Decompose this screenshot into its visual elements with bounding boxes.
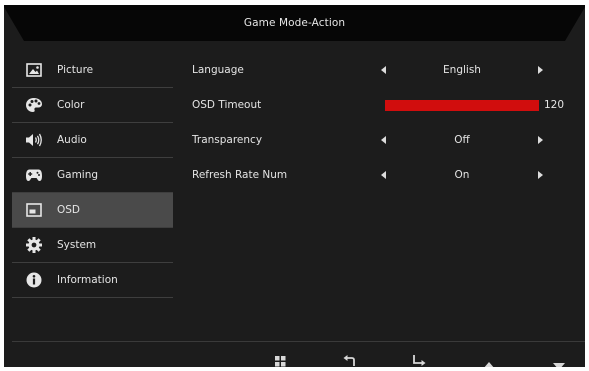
- down-arrow-icon[interactable]: [553, 355, 565, 367]
- right-arrow-icon[interactable]: [538, 136, 543, 144]
- setting-row-language[interactable]: Language English: [192, 53, 582, 88]
- language-label: Language: [192, 64, 244, 76]
- sidebar-item-label: Information: [57, 274, 118, 286]
- sidebar: Picture Color Audio Gaming OSD System In…: [12, 53, 173, 298]
- osd-timeout-slider-fill: [385, 100, 539, 111]
- transparency-label: Transparency: [192, 134, 263, 146]
- speaker-icon: [25, 131, 43, 149]
- osd-timeout-value: 120: [544, 99, 565, 111]
- sidebar-item-system[interactable]: System: [12, 228, 173, 263]
- menu-grid-icon[interactable]: [275, 352, 286, 367]
- settings-panel: Language English OSD Timeout 120 Transpa…: [192, 53, 582, 193]
- sidebar-item-label: Color: [57, 99, 85, 111]
- picture-icon: [25, 61, 43, 79]
- menu-title: Game Mode-Action: [243, 17, 346, 29]
- right-arrow-icon[interactable]: [538, 66, 543, 74]
- left-arrow-icon[interactable]: [381, 66, 386, 74]
- sidebar-item-label: Gaming: [57, 169, 99, 181]
- osd-menu: Game Mode-Action Picture Color Audio Gam…: [4, 5, 585, 367]
- setting-row-refresh-rate-num[interactable]: Refresh Rate Num On: [192, 158, 582, 193]
- language-value: English: [443, 64, 481, 76]
- enter-icon[interactable]: [412, 352, 426, 367]
- return-icon[interactable]: [343, 352, 357, 367]
- sidebar-item-label: System: [57, 239, 97, 251]
- left-arrow-icon[interactable]: [381, 171, 386, 179]
- gamepad-icon: [25, 166, 43, 184]
- setting-row-osd-timeout[interactable]: OSD Timeout 120: [192, 88, 582, 123]
- left-arrow-icon[interactable]: [381, 136, 386, 144]
- sidebar-item-osd[interactable]: OSD: [12, 193, 173, 228]
- sidebar-item-gaming[interactable]: Gaming: [12, 158, 173, 193]
- setting-row-transparency[interactable]: Transparency Off: [192, 123, 582, 158]
- footer-divider: [12, 341, 585, 342]
- osd-timeout-slider[interactable]: [385, 100, 539, 111]
- info-icon: [25, 271, 43, 289]
- sidebar-item-label: Picture: [57, 64, 94, 76]
- transparency-value: Off: [454, 134, 470, 146]
- sidebar-item-label: Audio: [57, 134, 87, 146]
- sidebar-item-picture[interactable]: Picture: [12, 53, 173, 88]
- right-arrow-icon[interactable]: [538, 171, 543, 179]
- sidebar-item-information[interactable]: Information: [12, 263, 173, 298]
- refresh-rate-num-label: Refresh Rate Num: [192, 169, 288, 181]
- osd-timeout-label: OSD Timeout: [192, 99, 262, 111]
- up-arrow-icon[interactable]: [483, 354, 495, 367]
- sidebar-item-audio[interactable]: Audio: [12, 123, 173, 158]
- header-bar: Game Mode-Action: [4, 5, 585, 42]
- palette-icon: [25, 96, 43, 114]
- sidebar-item-color[interactable]: Color: [12, 88, 173, 123]
- gear-icon: [25, 236, 43, 254]
- osd-icon: [25, 201, 43, 219]
- refresh-rate-num-value: On: [454, 169, 470, 181]
- sidebar-item-label: OSD: [57, 204, 81, 216]
